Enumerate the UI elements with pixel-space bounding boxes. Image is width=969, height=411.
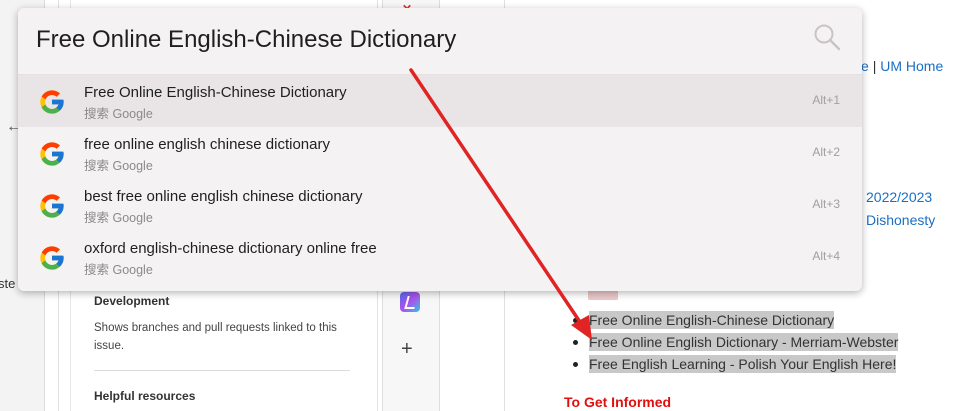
google-icon	[40, 142, 64, 166]
suggestion-item[interactable]: best free online english chinese diction…	[18, 179, 862, 231]
omnibox-popup: Free Online English-Chinese Dictionary 搜…	[18, 8, 862, 291]
list-item[interactable]: Free Online English-Chinese Dictionary	[570, 309, 898, 331]
suggestion-text: oxford english-chinese dictionary online…	[84, 240, 377, 257]
um-home-link[interactable]: UM Home	[880, 58, 943, 74]
google-icon	[40, 194, 64, 218]
selected-results-list: Free Online English-Chinese Dictionary F…	[570, 309, 899, 375]
development-description: Shows branches and pull requests linked …	[94, 322, 337, 352]
app-shortcut-icon[interactable]	[400, 292, 420, 312]
top-nav-links: e | UM Home	[861, 58, 943, 74]
google-icon	[40, 90, 64, 114]
suggestion-source: 搜索 Google	[84, 159, 153, 173]
informed-heading: To Get Informed	[564, 394, 672, 410]
suggestion-shortcut: Alt+2	[812, 145, 840, 159]
list-item[interactable]: Free Online English Dictionary - Merriam…	[570, 331, 899, 353]
suggestion-shortcut: Alt+4	[812, 249, 840, 263]
suggestion-item[interactable]: free online english chinese dictionary 搜…	[18, 127, 862, 179]
suggestion-source: 搜索 Google	[84, 263, 153, 277]
add-icon[interactable]: +	[401, 338, 413, 361]
suggestion-shortcut: Alt+3	[812, 197, 840, 211]
development-title: Development	[94, 294, 170, 308]
suggestion-item[interactable]: oxford english-chinese dictionary online…	[18, 231, 862, 283]
suggestion-text: free online english chinese dictionary	[84, 136, 330, 153]
suggestion-source: 搜索 Google	[84, 107, 153, 121]
sidebar-partial-text: ste	[0, 276, 16, 291]
link-separator: |	[872, 58, 877, 74]
omnibox-input[interactable]	[36, 20, 796, 60]
suggestion-text: Free Online English-Chinese Dictionary	[84, 84, 347, 101]
helpful-resources-title: Helpful resources	[94, 389, 196, 403]
google-icon	[40, 246, 64, 270]
suggestion-source: 搜索 Google	[84, 211, 153, 225]
list-item[interactable]: Free English Learning - Polish Your Engl…	[570, 353, 898, 375]
search-icon[interactable]	[812, 22, 842, 52]
partial-link[interactable]: e	[861, 58, 869, 74]
suggestion-item[interactable]: Free Online English-Chinese Dictionary 搜…	[18, 75, 862, 127]
panel-divider	[94, 370, 350, 371]
suggestion-shortcut: Alt+1	[812, 93, 840, 107]
dishonesty-link[interactable]: Dishonesty	[866, 212, 935, 228]
year-link[interactable]: 2022/2023	[866, 189, 932, 205]
suggestion-text: best free online english chinese diction…	[84, 188, 363, 205]
